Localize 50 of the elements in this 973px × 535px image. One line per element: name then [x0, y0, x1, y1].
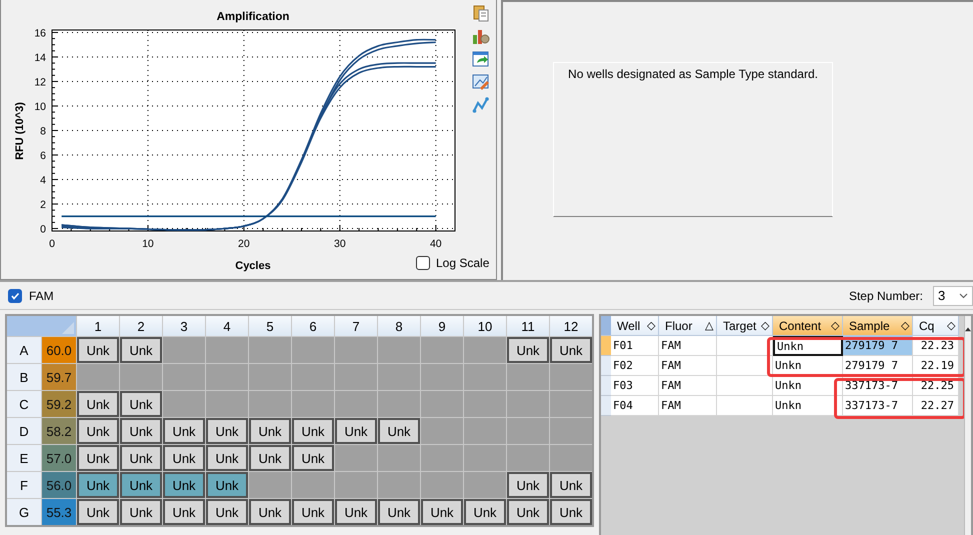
y-tick-label: 10 [34, 100, 46, 113]
temperature-cell: 60.0 [42, 337, 76, 363]
table-cell: F04 [611, 396, 659, 416]
y-tick-label: 14 [34, 52, 46, 64]
x-tick-label: 40 [430, 238, 442, 250]
y-tick-label: 2 [40, 199, 46, 212]
table-cell: 22.27 [913, 396, 959, 416]
y-tick-label: 8 [40, 126, 46, 138]
x-tick-label: 0 [49, 238, 56, 250]
x-tick-label: 20 [238, 238, 250, 250]
table-cell: 337173-7 [843, 396, 913, 416]
table-cell: Unkn [773, 376, 843, 396]
sort-indicator: △ [705, 319, 713, 332]
temperature-cell: 57.0 [42, 445, 76, 471]
x-tick-label: 10 [142, 238, 154, 250]
x-tick-label: 30 [334, 238, 346, 250]
table-cell: 337173-7 [843, 376, 913, 396]
x-axis-label: Cycles [235, 260, 271, 272]
table-cell: 22.23 [913, 336, 959, 356]
table-cell: F02 [611, 356, 659, 376]
table-cell: 279179 7 [843, 356, 913, 376]
sort-indicator: ◇ [947, 319, 955, 332]
y-axis-label: RFU (10^3) [14, 102, 26, 160]
y-tick-label: 12 [34, 76, 46, 88]
table-cell: FAM [659, 336, 717, 356]
y-tick-label: 16 [34, 27, 46, 40]
table-cell: FAM [659, 396, 717, 416]
sort-indicator: ◇ [831, 319, 839, 332]
y-tick-label: 4 [40, 174, 46, 187]
table-cell: FAM [659, 356, 717, 376]
table-cell: Unkn [773, 356, 843, 376]
table-cell: Unkn [773, 396, 843, 416]
table-cell: 22.25 [913, 376, 959, 396]
table-cell: FAM [659, 376, 717, 396]
step-number-label: Step Number: [848, 288, 923, 302]
table-cell: F01 [611, 336, 659, 356]
y-tick-label: 6 [40, 150, 46, 162]
temperature-cell: 59.7 [42, 364, 76, 390]
temperature-cell: 55.3 [42, 499, 76, 525]
temperature-cell: 58.2 [42, 418, 76, 444]
sort-indicator: ◇ [761, 319, 769, 332]
no-standard-message: No wells designated as Sample Type standard. [568, 67, 818, 81]
temperature-cell: 59.2 [42, 391, 76, 417]
table-cell: F03 [611, 376, 659, 396]
table-cell: 22.19 [913, 356, 959, 376]
sort-indicator: ◇ [901, 319, 909, 332]
chart-title: Amplification [216, 11, 290, 23]
y-tick-label: 0 [40, 224, 46, 236]
temperature-cell: 56.0 [42, 472, 76, 498]
sort-indicator: ◇ [647, 319, 655, 332]
